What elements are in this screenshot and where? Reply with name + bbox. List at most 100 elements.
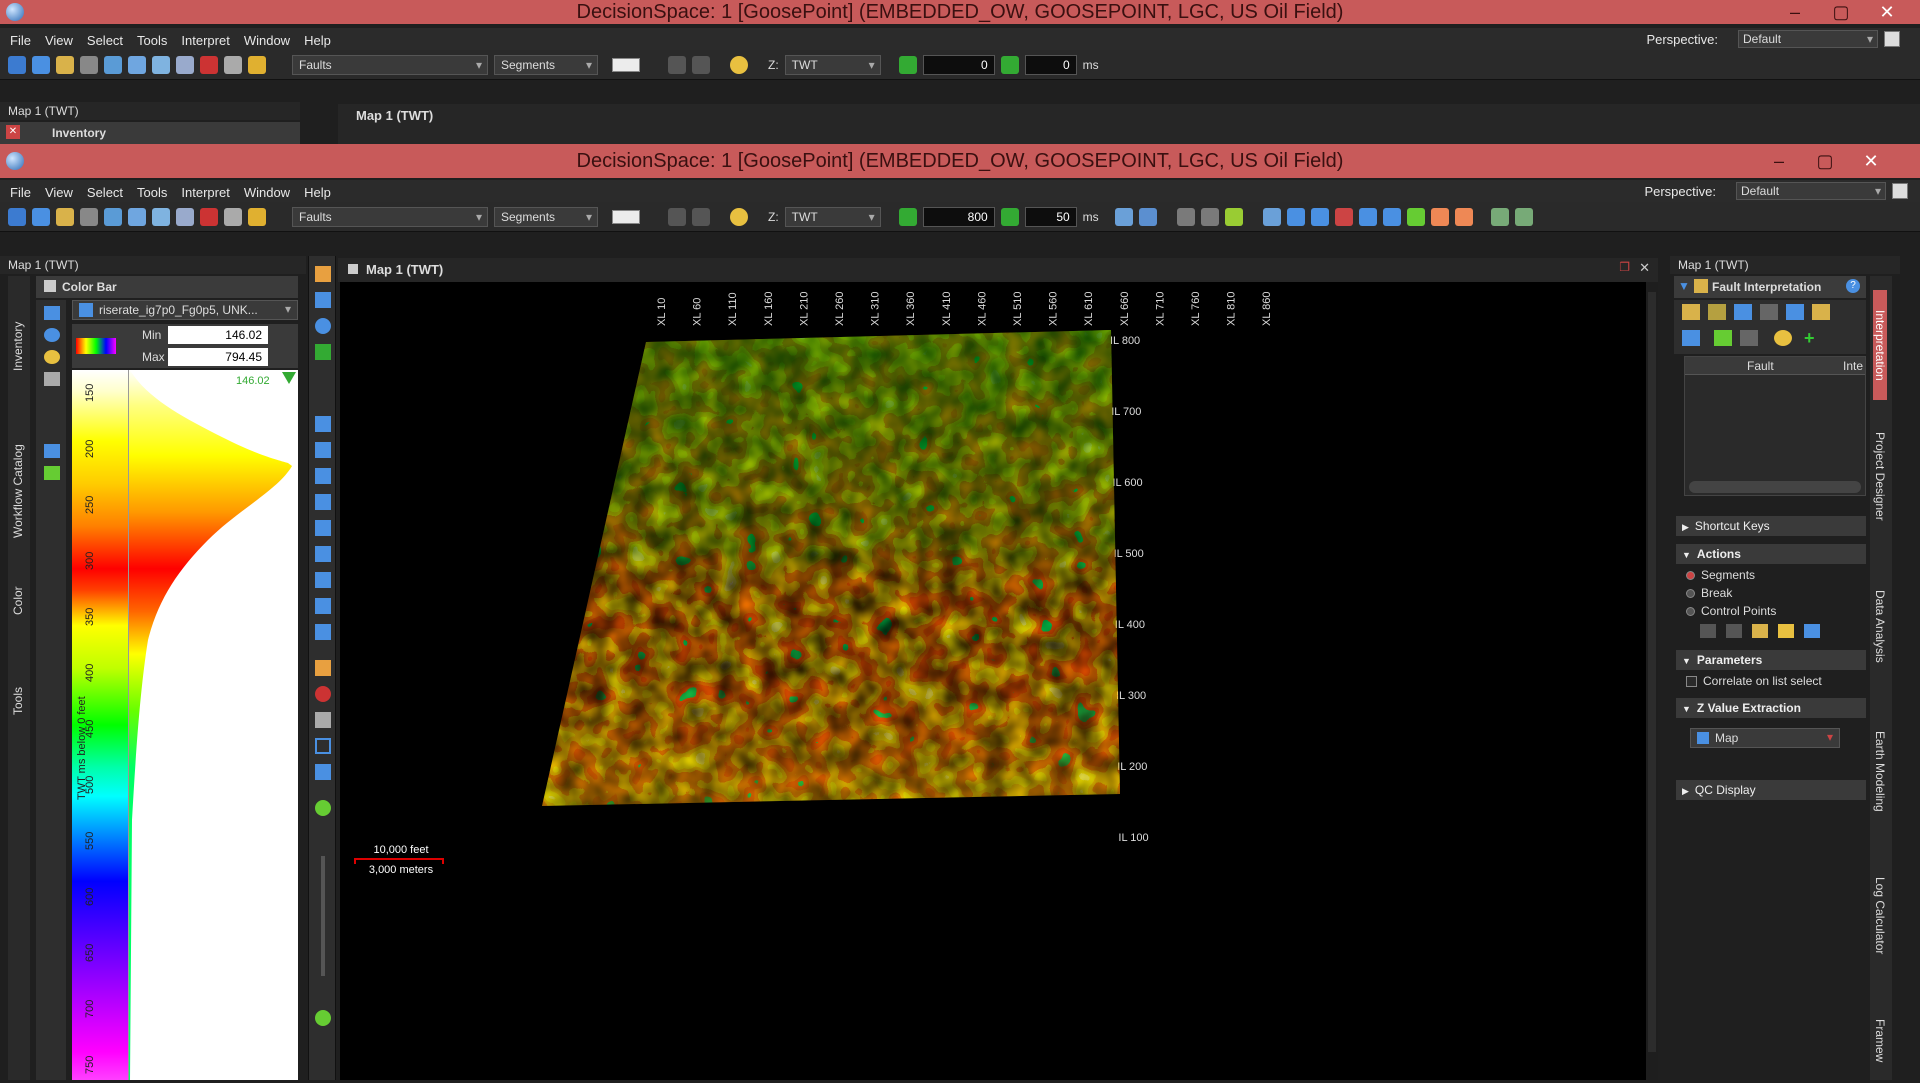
- add-icon[interactable]: +: [1804, 329, 1822, 347]
- tool-icon[interactable]: [1760, 304, 1778, 320]
- tool-icon[interactable]: [104, 55, 122, 74]
- faults-dropdown[interactable]: Faults: [292, 206, 488, 227]
- bookmark-icon[interactable]: [1200, 207, 1219, 226]
- tool-icon[interactable]: [176, 55, 194, 74]
- z-domain-dropdown[interactable]: TWT: [784, 206, 881, 227]
- collapse-icon[interactable]: ▼: [1678, 279, 1690, 293]
- open-icon[interactable]: [32, 207, 50, 226]
- tool-icon[interactable]: [315, 494, 331, 510]
- radio-segments[interactable]: Segments: [1686, 568, 1755, 582]
- sun-icon[interactable]: [1774, 330, 1792, 346]
- back-window-titlebar[interactable]: DecisionSpace: 1 [GoosePoint] (EMBEDDED_…: [0, 0, 1920, 24]
- tool-icon[interactable]: [1708, 304, 1726, 320]
- tab-data-analysis[interactable]: Data Analysis: [1873, 576, 1887, 676]
- tab-interpretation[interactable]: Interpretation: [1873, 290, 1887, 400]
- z-domain-dropdown[interactable]: TWT: [784, 54, 881, 75]
- tool-icon[interactable]: [1358, 207, 1377, 226]
- help-icon[interactable]: ?: [1846, 279, 1860, 293]
- menu-interpret[interactable]: Interpret: [181, 33, 229, 48]
- menu-help[interactable]: Help: [304, 33, 331, 48]
- close-button[interactable]: ✕: [1848, 151, 1894, 172]
- step-back-icon[interactable]: [898, 207, 917, 226]
- tool-icon[interactable]: [44, 372, 60, 386]
- tool-icon[interactable]: [224, 55, 242, 74]
- tool-icon[interactable]: [44, 444, 60, 458]
- close-icon[interactable]: ✕: [6, 125, 20, 139]
- tab-framework[interactable]: Framew: [1873, 1006, 1887, 1076]
- tool-icon[interactable]: [176, 207, 194, 226]
- tab-log-calculator[interactable]: Log Calculator: [1873, 866, 1887, 966]
- segments-dropdown[interactable]: Segments: [494, 54, 598, 75]
- tool-icon[interactable]: [315, 764, 331, 780]
- section-z-value-extraction[interactable]: ▼ Z Value Extraction: [1676, 698, 1866, 718]
- new-icon[interactable]: [8, 55, 26, 74]
- perspective-button[interactable]: [1884, 31, 1900, 47]
- tab-workflow-catalog[interactable]: Workflow Catalog: [11, 426, 25, 556]
- tool-icon[interactable]: [315, 416, 331, 432]
- maximize-button[interactable]: ▢: [1802, 151, 1848, 172]
- tool-icon[interactable]: [1682, 304, 1700, 320]
- tool-icon[interactable]: [1786, 304, 1804, 320]
- tool-icon[interactable]: [1778, 624, 1794, 638]
- tool-icon[interactable]: [224, 207, 242, 226]
- tool-icon[interactable]: [152, 207, 170, 226]
- col-inte[interactable]: Inte: [1843, 359, 1863, 373]
- maximize-button[interactable]: ▢: [1818, 2, 1864, 23]
- menu-tools[interactable]: Tools: [137, 185, 167, 200]
- col-fault[interactable]: Fault: [1747, 359, 1774, 373]
- redo-icon[interactable]: [692, 55, 710, 74]
- menu-interpret[interactable]: Interpret: [181, 185, 229, 200]
- tool-icon[interactable]: [80, 55, 98, 74]
- close-icon[interactable]: ✕: [1639, 260, 1650, 276]
- tool-icon[interactable]: [1752, 624, 1768, 638]
- min-input[interactable]: 146.02: [168, 326, 268, 344]
- checkbox[interactable]: [1686, 675, 1697, 687]
- tool-icon[interactable]: [315, 660, 331, 676]
- section-actions[interactable]: ▼ Actions: [1676, 544, 1866, 564]
- tool-icon[interactable]: [1714, 330, 1732, 346]
- tool-icon[interactable]: [152, 55, 170, 74]
- sun-icon[interactable]: [730, 55, 748, 74]
- close-button[interactable]: ✕: [1864, 2, 1910, 23]
- tab-tools[interactable]: Tools: [11, 676, 25, 726]
- tool-icon[interactable]: [315, 598, 331, 614]
- zoom-in-icon[interactable]: [315, 800, 331, 816]
- pencil-icon[interactable]: [248, 55, 266, 74]
- marker-triangle[interactable]: [282, 372, 296, 384]
- menu-view[interactable]: View: [45, 185, 73, 200]
- color-swatch[interactable]: [612, 209, 640, 224]
- tool-icon[interactable]: [1114, 207, 1133, 226]
- section-qc-display[interactable]: ▶ QC Display: [1676, 780, 1866, 800]
- step-forward-icon[interactable]: [1000, 55, 1019, 74]
- map-dropdown[interactable]: Map ▾: [1690, 728, 1840, 748]
- color-swatch[interactable]: [612, 57, 640, 72]
- minimize-button[interactable]: –: [1772, 2, 1818, 23]
- zoom-icon[interactable]: [315, 292, 331, 308]
- tab-inventory[interactable]: Inventory: [11, 306, 25, 386]
- zoom-slider[interactable]: [321, 856, 325, 976]
- tool-icon[interactable]: [315, 442, 331, 458]
- step-input[interactable]: 50: [1024, 206, 1077, 227]
- tool-icon[interactable]: [315, 572, 331, 588]
- menu-select[interactable]: Select: [87, 33, 123, 48]
- tool-icon[interactable]: [315, 738, 331, 754]
- tab-project-designer[interactable]: Project Designer: [1873, 416, 1887, 536]
- tool-icon[interactable]: [1490, 207, 1509, 226]
- sun-icon[interactable]: [730, 207, 748, 226]
- tool-icon[interactable]: [1138, 207, 1157, 226]
- time-input[interactable]: 800: [922, 206, 995, 227]
- tab-color[interactable]: Color: [11, 576, 25, 626]
- pencil-icon[interactable]: [248, 207, 266, 226]
- tool-icon[interactable]: [1286, 207, 1305, 226]
- minimize-button[interactable]: –: [1756, 151, 1802, 172]
- menu-window[interactable]: Window: [244, 33, 290, 48]
- table-hscrollbar[interactable]: [1689, 481, 1861, 493]
- tool-icon[interactable]: [1804, 624, 1820, 638]
- tool-icon[interactable]: [200, 55, 218, 74]
- undo-icon[interactable]: [1700, 624, 1716, 638]
- menu-window[interactable]: Window: [244, 185, 290, 200]
- zoom-out-icon[interactable]: [315, 1010, 331, 1026]
- tool-icon[interactable]: [315, 712, 331, 728]
- tool-icon[interactable]: [1310, 207, 1329, 226]
- tool-icon[interactable]: [44, 306, 60, 320]
